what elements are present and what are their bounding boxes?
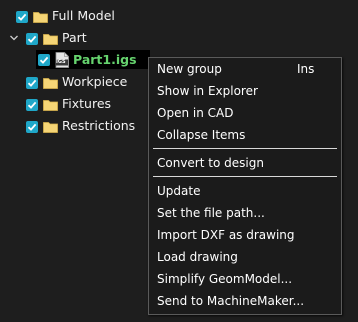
folder-icon (33, 12, 48, 23)
menu-item-show-in-explorer[interactable]: Show in Explorer (149, 80, 341, 102)
part1-igs-checkbox[interactable] (38, 54, 50, 66)
menu-item-convert-to-design[interactable]: Convert to design (149, 152, 341, 174)
menu-item-label: Import DXF as drawing (157, 228, 295, 242)
tree-node-part1-igs[interactable]: IGS Part1.igs (0, 50, 150, 70)
menu-item-send-to-machinemaker[interactable]: Send to MachineMaker... (149, 290, 341, 312)
restrictions-checkbox[interactable] (26, 121, 38, 133)
menu-item-label: Collapse Items (157, 128, 246, 142)
menu-item-label: Simplify GeomModel... (157, 272, 293, 286)
menu-item-new-group[interactable]: New group Ins (149, 58, 341, 80)
context-menu: New group Ins Show in Explorer Open in C… (148, 57, 342, 315)
menu-separator (153, 148, 337, 149)
menu-separator (153, 176, 337, 177)
menu-item-label: New group (157, 62, 222, 76)
menu-item-label: Set the file path... (157, 206, 265, 220)
fixtures-checkbox[interactable] (26, 99, 38, 111)
menu-item-label: Convert to design (157, 156, 264, 170)
menu-item-label: Update (157, 184, 201, 198)
tree-node-fixtures[interactable]: Fixtures (0, 94, 140, 114)
full-model-checkbox[interactable] (16, 11, 28, 23)
folder-icon (43, 122, 58, 133)
menu-item-load-drawing[interactable]: Load drawing (149, 246, 341, 268)
folder-icon (43, 34, 58, 45)
menu-item-collapse-items[interactable]: Collapse Items (149, 124, 341, 146)
part-checkbox[interactable] (26, 33, 38, 45)
tree-node-workpiece[interactable]: Workpiece (0, 72, 140, 92)
menu-item-open-in-cad[interactable]: Open in CAD (149, 102, 341, 124)
menu-item-label: Load drawing (157, 250, 238, 264)
workpiece-checkbox[interactable] (26, 77, 38, 89)
part-label: Part (62, 30, 87, 45)
menu-item-shortcut: Ins (297, 62, 315, 76)
menu-item-label: Show in Explorer (157, 84, 258, 98)
menu-item-import-dxf[interactable]: Import DXF as drawing (149, 224, 341, 246)
menu-item-simplify-geom[interactable]: Simplify GeomModel... (149, 268, 341, 290)
tree-node-full-model[interactable]: Full Model (0, 6, 140, 26)
menu-item-set-file-path[interactable]: Set the file path... (149, 202, 341, 224)
folder-icon (43, 100, 58, 111)
fixtures-label: Fixtures (62, 96, 112, 111)
workpiece-label: Workpiece (62, 74, 128, 89)
menu-item-label: Open in CAD (157, 106, 234, 120)
tree-node-restrictions[interactable]: Restrictions (0, 116, 145, 136)
chevron-down-icon[interactable] (9, 33, 19, 43)
full-model-label: Full Model (52, 8, 115, 23)
restrictions-label: Restrictions (62, 118, 136, 133)
menu-item-update[interactable]: Update (149, 180, 341, 202)
tree-node-part[interactable]: Part (0, 28, 140, 48)
part1-igs-label: Part1.igs (73, 52, 137, 67)
folder-icon (43, 78, 58, 89)
igs-file-icon-text: IGS (56, 59, 66, 65)
menu-item-label: Send to MachineMaker... (157, 294, 305, 308)
